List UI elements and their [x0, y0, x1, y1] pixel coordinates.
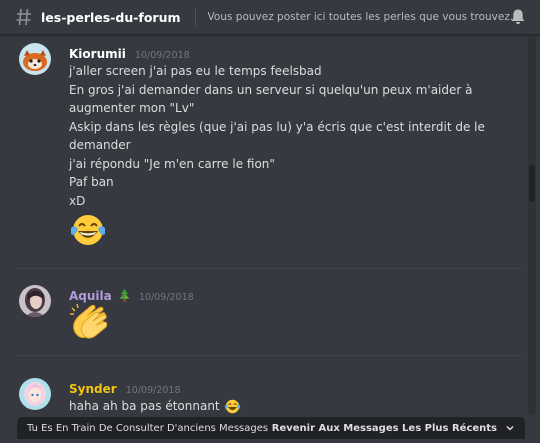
red-panda-avatar-icon: [19, 43, 51, 75]
message-text: haha ah ba pas étonnant: [69, 399, 220, 413]
user-avatar-icon: [19, 378, 51, 410]
avatar[interactable]: [19, 43, 51, 75]
chevron-down-icon: [506, 425, 514, 431]
message-line: En gros j'ai demander dans un serveur si…: [69, 82, 473, 97]
joy-emoji-icon[interactable]: [224, 398, 241, 415]
clapping-hands-emoji-icon[interactable]: [69, 302, 113, 342]
message-header: Kiorumii 10/09/2018: [69, 43, 190, 62]
author-name[interactable]: Kiorumii: [69, 47, 126, 61]
scrollbar-thumb[interactable]: [529, 165, 535, 202]
message-line: Askip dans les règles (que j'ai pas lu) …: [69, 119, 485, 134]
message-line: haha ah ba pas étonnant: [69, 397, 469, 416]
message-content: j'aller screen j'ai pas eu le temps feel…: [69, 62, 485, 248]
timestamp: 10/09/2018: [134, 50, 190, 61]
hashtag-icon: [16, 8, 31, 26]
channel-header: les-perles-du-forum Vous pouvez poster i…: [0, 0, 540, 35]
christmas-tree-icon: [119, 289, 130, 302]
avatar[interactable]: [19, 285, 51, 317]
author-name[interactable]: Synder: [69, 382, 117, 396]
channel-name: les-perles-du-forum: [41, 9, 181, 25]
author-name[interactable]: Aquila: [69, 289, 112, 303]
message-list[interactable]: Kiorumii 10/09/2018 j'aller screen j'ai …: [0, 35, 528, 415]
channel-topic[interactable]: Vous pouvez poster ici toutes les perles…: [208, 11, 522, 23]
older-messages-label: Tu Es En Train De Consulter D'anciens Me…: [27, 422, 269, 434]
message-line: demander: [69, 138, 131, 152]
bell-icon[interactable]: [510, 8, 526, 25]
jump-to-present-button[interactable]: Revenir Aux Messages Les Plus Récents: [272, 423, 515, 434]
header-divider: [194, 8, 196, 26]
message-content: haha ah ba pas étonnant: [69, 397, 469, 416]
message-line: j'ai répondu "Je m'en carre le fion": [69, 156, 275, 171]
older-messages-bar: Tu Es En Train De Consulter D'anciens Me…: [17, 417, 525, 439]
jump-to-present-label: Revenir Aux Messages Les Plus Récents: [271, 422, 497, 434]
user-avatar-icon: [19, 285, 51, 317]
message-line: Paf ban: [69, 175, 114, 189]
message-line: augmenter mon "Lv": [69, 101, 195, 115]
message-content: [69, 302, 469, 342]
message-header: Synder 10/09/2018: [69, 378, 181, 397]
message-line: j'aller screen j'ai pas eu le temps feel…: [69, 64, 322, 78]
timestamp: 10/09/2018: [125, 385, 181, 396]
avatar[interactable]: [19, 378, 51, 410]
message-line: xD: [69, 193, 86, 208]
joy-emoji-icon[interactable]: [69, 212, 107, 248]
message-divider: [16, 268, 521, 269]
message-divider: [16, 355, 521, 356]
scrollbar-track[interactable]: [528, 35, 536, 415]
